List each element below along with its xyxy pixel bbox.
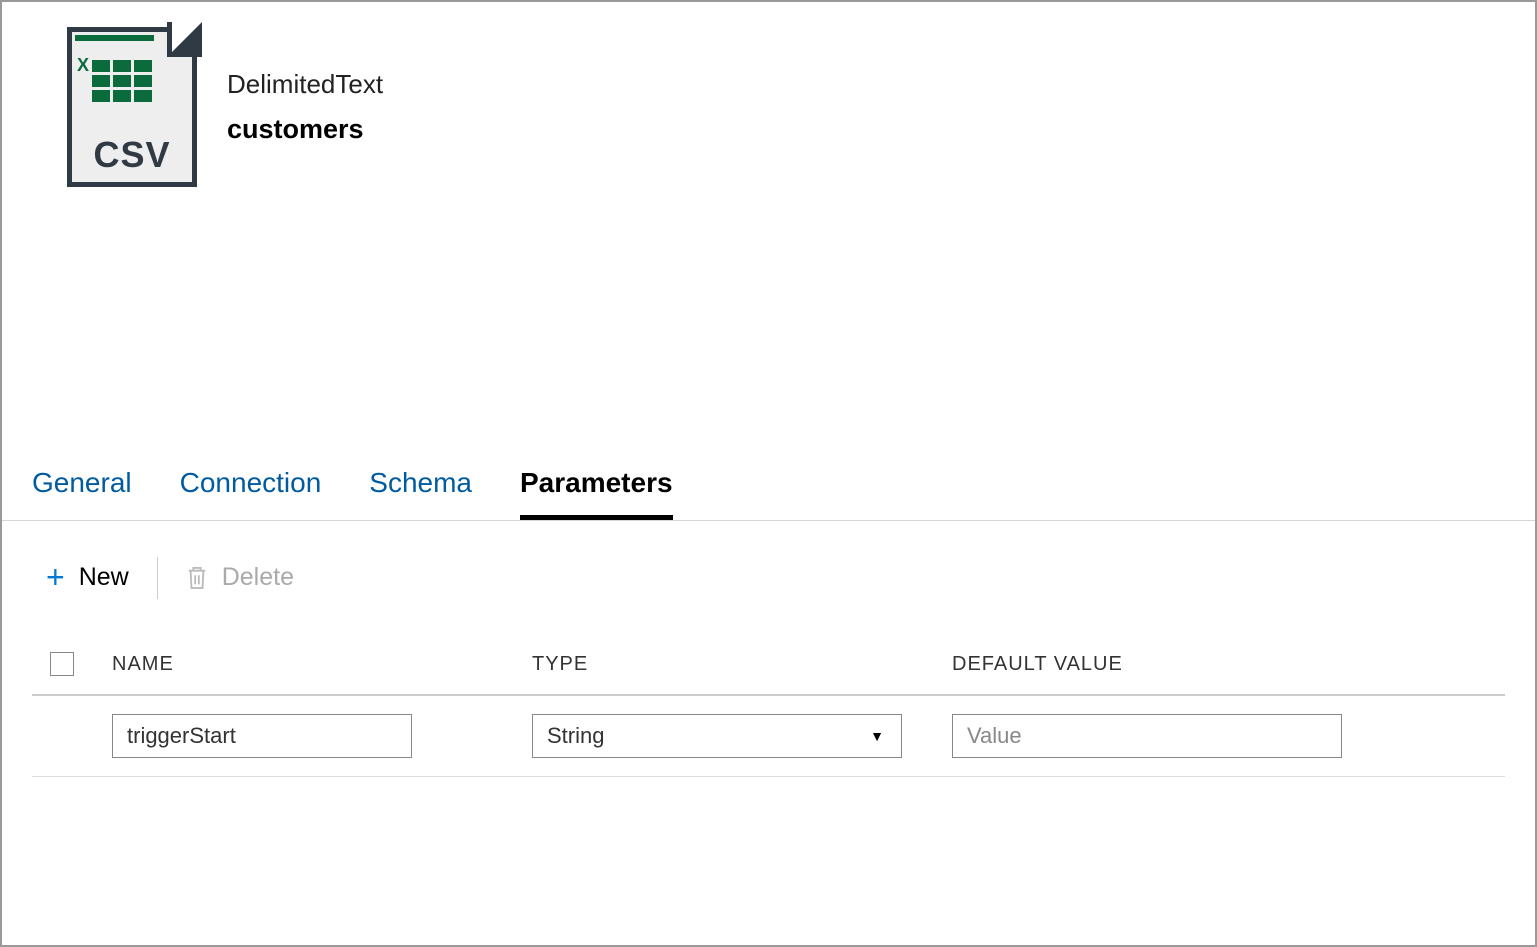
tab-parameters[interactable]: Parameters bbox=[520, 467, 673, 520]
table-header: NAME TYPE DEFAULT VALUE bbox=[32, 634, 1505, 696]
dataset-type: DelimitedText bbox=[227, 69, 383, 100]
parameter-default-input[interactable] bbox=[952, 714, 1342, 758]
trash-icon bbox=[186, 565, 208, 591]
parameter-name-input[interactable] bbox=[112, 714, 412, 758]
csv-x-mark: X bbox=[77, 55, 89, 76]
parameter-type-select[interactable] bbox=[532, 714, 902, 758]
table-row: ▼ bbox=[32, 696, 1505, 777]
toolbar-divider bbox=[157, 557, 158, 599]
delete-button-label: Delete bbox=[222, 563, 294, 592]
header-type: TYPE bbox=[532, 653, 952, 676]
new-button[interactable]: + New bbox=[46, 551, 129, 604]
header-name: NAME bbox=[112, 653, 532, 676]
parameters-toolbar: + New Delete bbox=[2, 521, 1535, 634]
tab-connection[interactable]: Connection bbox=[180, 467, 322, 520]
dataset-info: DelimitedText customers bbox=[227, 69, 383, 145]
tab-schema[interactable]: Schema bbox=[369, 467, 472, 520]
tab-general[interactable]: General bbox=[32, 467, 132, 520]
new-button-label: New bbox=[79, 563, 129, 592]
delete-button: Delete bbox=[186, 555, 294, 600]
csv-icon-label: CSV bbox=[93, 134, 170, 176]
parameters-table: NAME TYPE DEFAULT VALUE ▼ bbox=[2, 634, 1535, 777]
dataset-header: X CSV DelimitedText customers bbox=[2, 27, 1535, 187]
dataset-name: customers bbox=[227, 114, 383, 145]
plus-icon: + bbox=[46, 559, 65, 596]
header-default-value: DEFAULT VALUE bbox=[952, 653, 1505, 676]
tab-bar: General Connection Schema Parameters bbox=[2, 467, 1535, 521]
select-all-checkbox[interactable] bbox=[50, 652, 74, 676]
csv-file-icon: X CSV bbox=[67, 27, 197, 187]
